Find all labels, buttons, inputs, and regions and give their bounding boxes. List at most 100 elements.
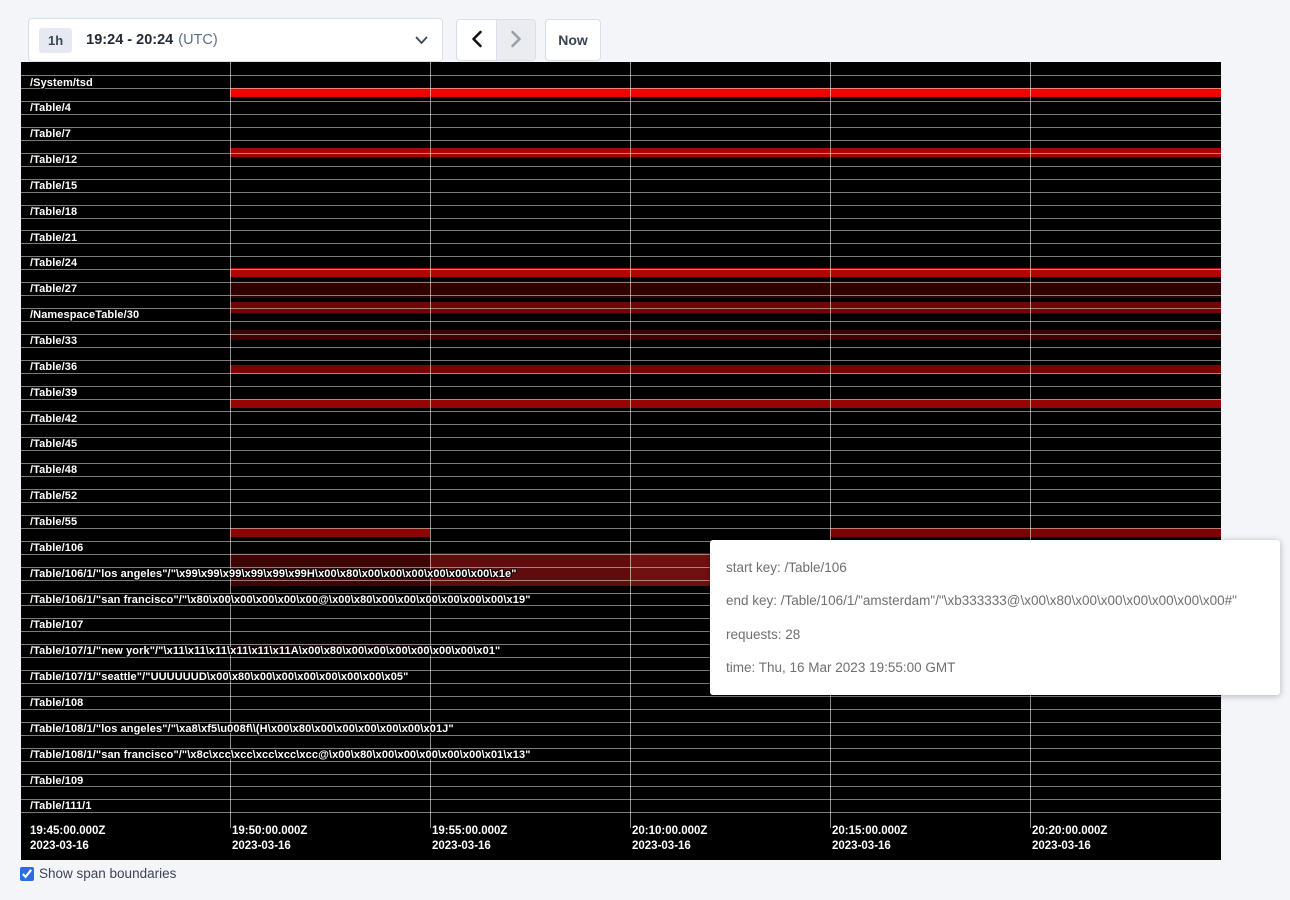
span-boundary-line bbox=[21, 360, 1221, 361]
span-boundary-line bbox=[21, 179, 1221, 180]
span-boundary-line bbox=[21, 399, 1221, 400]
show-span-boundaries-checkbox[interactable] bbox=[20, 867, 34, 881]
row-label: /Table/107 bbox=[30, 619, 83, 633]
time-range-timezone: (UTC) bbox=[178, 32, 217, 48]
span-boundary-line bbox=[21, 437, 1221, 438]
span-boundary-line bbox=[21, 256, 1221, 257]
row-label: /Table/24 bbox=[30, 257, 77, 271]
span-boundary-line bbox=[21, 153, 1221, 154]
row-label: /Table/108/1/"san francisco"/"\x8c\xcc\x… bbox=[30, 749, 531, 763]
span-boundary-line bbox=[21, 696, 1221, 697]
chevron-left-icon bbox=[471, 30, 483, 51]
span-boundary-line bbox=[21, 243, 1221, 244]
time-gridline bbox=[630, 62, 631, 828]
span-boundary-line bbox=[21, 75, 1221, 76]
row-label: /Table/39 bbox=[30, 387, 77, 401]
heatmap-band[interactable] bbox=[230, 330, 1221, 340]
row-label: /Table/106/1/"san francisco"/"\x80\x00\x… bbox=[30, 594, 531, 608]
row-label: /Table/106/1/"los angeles"/"\x99\x99\x99… bbox=[30, 568, 517, 582]
key-visualizer-page: 1h 19:24 - 20:24 (UTC) Now /System bbox=[0, 0, 1290, 900]
time-toolbar: 1h 19:24 - 20:24 (UTC) Now bbox=[0, 0, 1290, 62]
span-boundary-line bbox=[21, 334, 1221, 335]
row-label: /Table/4 bbox=[30, 102, 71, 116]
chevron-down-icon bbox=[415, 36, 428, 45]
row-label: /Table/48 bbox=[30, 464, 77, 478]
tooltip-requests: requests: 28 bbox=[726, 627, 1264, 642]
span-boundary-line bbox=[21, 799, 1221, 800]
span-boundary-line bbox=[21, 373, 1221, 374]
row-label: /Table/12 bbox=[30, 154, 77, 168]
span-boundary-line bbox=[21, 321, 1221, 322]
time-range-badge: 1h bbox=[39, 28, 72, 53]
x-axis-tick: 19:55:00.000Z2023-03-16 bbox=[432, 824, 507, 854]
row-label: /Table/55 bbox=[30, 516, 77, 530]
row-label: /Table/18 bbox=[30, 206, 77, 220]
tooltip-start-key: start key: /Table/106 bbox=[726, 560, 1264, 575]
span-boundary-line bbox=[21, 101, 1221, 102]
heatmap-band[interactable] bbox=[230, 88, 1221, 97]
span-boundary-line bbox=[21, 476, 1221, 477]
span-boundary-line bbox=[21, 127, 1221, 128]
span-boundary-line bbox=[21, 88, 1221, 89]
span-boundary-line bbox=[21, 502, 1221, 503]
span-boundary-line bbox=[21, 269, 1221, 270]
span-boundary-line bbox=[21, 295, 1221, 296]
row-label: /NamespaceTable/30 bbox=[30, 309, 139, 323]
heatmap-band[interactable] bbox=[830, 528, 1221, 537]
chevron-right-icon bbox=[510, 30, 522, 51]
span-boundary-line bbox=[21, 192, 1221, 193]
row-label: /Table/107/1/"seattle"/"UUUUUUD\x00\x80\… bbox=[30, 671, 408, 685]
row-label: /Table/107/1/"new york"/"\x11\x11\x11\x1… bbox=[30, 645, 500, 659]
x-axis-tick: 19:45:00.000Z2023-03-16 bbox=[30, 824, 105, 854]
span-boundary-line bbox=[21, 450, 1221, 451]
x-axis-tick: 19:50:00.000Z2023-03-16 bbox=[232, 824, 307, 854]
span-boundary-line bbox=[21, 166, 1221, 167]
row-label: /Table/106 bbox=[30, 542, 83, 556]
span-boundary-line bbox=[21, 218, 1221, 219]
tooltip-time: time: Thu, 16 Mar 2023 19:55:00 GMT bbox=[726, 660, 1264, 675]
show-span-boundaries-toggle[interactable]: Show span boundaries bbox=[20, 866, 176, 881]
span-tooltip: start key: /Table/106 end key: /Table/10… bbox=[710, 540, 1280, 695]
heatmap-band[interactable] bbox=[230, 399, 1221, 408]
span-boundary-line bbox=[21, 140, 1221, 141]
row-label: /Table/21 bbox=[30, 232, 77, 246]
row-label: /System/tsd bbox=[30, 77, 93, 91]
row-label: /Table/52 bbox=[30, 490, 77, 504]
span-boundary-line bbox=[21, 812, 1221, 813]
prev-time-button[interactable] bbox=[457, 20, 496, 60]
row-label: /Table/27 bbox=[30, 283, 77, 297]
row-label: /Table/36 bbox=[30, 361, 77, 375]
span-boundary-line bbox=[21, 515, 1221, 516]
tooltip-end-key: end key: /Table/106/1/"amsterdam"/"\xb33… bbox=[726, 593, 1264, 608]
span-boundary-line bbox=[21, 347, 1221, 348]
row-label: /Table/108 bbox=[30, 697, 83, 711]
span-boundary-line bbox=[21, 528, 1221, 529]
time-gridline bbox=[1030, 62, 1031, 828]
time-pager bbox=[456, 19, 536, 61]
heatmap[interactable]: /System/tsd/Table/4/Table/7/Table/12/Tab… bbox=[21, 62, 1221, 860]
time-range-selector[interactable]: 1h 19:24 - 20:24 (UTC) bbox=[28, 18, 443, 62]
next-time-button[interactable] bbox=[496, 20, 535, 60]
now-button[interactable]: Now bbox=[545, 19, 601, 61]
span-boundary-line bbox=[21, 205, 1221, 206]
x-axis-tick: 20:15:00.000Z2023-03-16 bbox=[832, 824, 907, 854]
span-boundary-line bbox=[21, 282, 1221, 283]
time-range-text: 19:24 - 20:24 bbox=[86, 32, 173, 48]
heatmap-band[interactable] bbox=[230, 528, 430, 537]
row-label: /Table/33 bbox=[30, 335, 77, 349]
x-axis-tick: 20:20:00.000Z2023-03-16 bbox=[1032, 824, 1107, 854]
time-gridline bbox=[230, 62, 231, 828]
row-label: /Table/15 bbox=[30, 180, 77, 194]
span-boundary-line bbox=[21, 424, 1221, 425]
span-boundary-line bbox=[21, 114, 1221, 115]
row-label: /Table/111/1 bbox=[30, 800, 92, 814]
span-boundary-line bbox=[21, 230, 1221, 231]
row-label: /Table/42 bbox=[30, 413, 77, 427]
row-label: /Table/7 bbox=[30, 128, 71, 142]
time-gridline bbox=[430, 62, 431, 828]
time-gridline bbox=[830, 62, 831, 828]
span-boundary-line bbox=[21, 774, 1221, 775]
show-span-boundaries-label: Show span boundaries bbox=[39, 866, 176, 881]
row-label: /Table/45 bbox=[30, 438, 77, 452]
span-boundary-line bbox=[21, 308, 1221, 309]
